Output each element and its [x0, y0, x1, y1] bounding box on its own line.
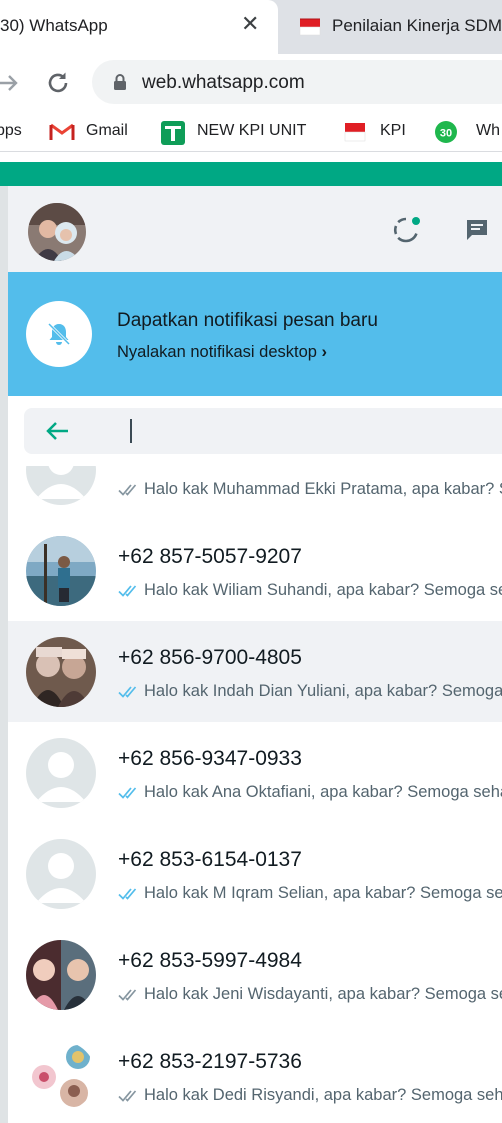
last-message-preview: Halo kak M Iqram Selian, apa kabar? Semo… [118, 884, 502, 903]
message-text: Halo kak Muhammad Ekki Pratama, apa kaba… [144, 480, 502, 498]
forward-arrow-icon[interactable] [0, 70, 22, 96]
bookmark-kpi[interactable]: KPI [380, 122, 406, 140]
last-message-preview: Halo kak Wiliam Suhandi, apa kabar? Semo… [118, 581, 502, 600]
sidebar-header [8, 186, 502, 272]
contact-name: +62 853-2197-5736 [118, 1050, 302, 1073]
close-icon[interactable]: ✕ [241, 13, 259, 35]
tab-title: 30) WhatsApp [0, 16, 108, 35]
reload-icon[interactable] [44, 69, 72, 97]
chat-row[interactable]: +62 853-6154-0137 Halo kak M Iqram Selian… [8, 823, 502, 925]
gmail-icon [49, 123, 75, 140]
avatar[interactable] [26, 940, 96, 1010]
message-text: Halo kak Wiliam Suhandi, apa kabar? Semo… [144, 581, 502, 599]
avatar[interactable] [26, 839, 96, 909]
bookmark-new-kpi-unit[interactable]: NEW KPI UNIT [197, 122, 306, 140]
message-text: Halo kak Dedi Risyandi, apa kabar? Semog… [144, 1086, 502, 1104]
chat-row[interactable]: +62 856-9347-0933 Halo kak Ana Oktafiani,… [8, 722, 502, 824]
profile-photo [28, 203, 86, 261]
last-message-preview: Halo kak Ana Oktafiani, apa kabar? Semog… [118, 783, 502, 802]
contact-name: +62 853-6154-0137 [118, 848, 302, 871]
tab-title: Penilaian Kinerja SDM [332, 16, 502, 35]
notification-icon-circle [26, 301, 92, 367]
message-text: Halo kak M Iqram Selian, apa kabar? Semo… [144, 884, 502, 902]
message-text: Halo kak Indah Dian Yuliani, apa kabar? … [144, 682, 502, 700]
notification-title: Dapatkan notifikasi pesan baru [117, 310, 378, 331]
last-message-preview: Halo kak Dedi Risyandi, apa kabar? Semog… [118, 1086, 502, 1105]
tab-penilaian-kinerja[interactable]: Penilaian Kinerja SDM [290, 0, 502, 54]
indonesia-flag-icon [344, 123, 366, 142]
contact-name: +62 856-9700-4805 [118, 646, 302, 669]
avatar[interactable] [26, 536, 96, 606]
double-check-icon [118, 988, 137, 1001]
double-check-icon [118, 1089, 137, 1102]
avatar[interactable] [26, 738, 96, 808]
chat-row[interactable]: +62 853-5997-4984 Halo kak Jeni Wisdayant… [8, 924, 502, 1026]
avatar[interactable] [26, 637, 96, 707]
lock-icon[interactable] [112, 73, 128, 91]
profile-avatar[interactable] [28, 203, 86, 261]
search-box[interactable] [24, 408, 502, 454]
chat-row[interactable]: +62 857-5057-9207 Halo kak Wiliam Suhandi… [8, 520, 502, 622]
message-text: Halo kak Ana Oktafiani, apa kabar? Semog… [144, 783, 502, 801]
chevron-right-icon: › [321, 343, 328, 361]
bell-off-icon [47, 322, 71, 346]
status-icon[interactable] [390, 214, 422, 246]
message-text: Halo kak Jeni Wisdayanti, apa kabar? Sem… [144, 985, 502, 1003]
bookmarks-bar: pps Gmail NEW KPI UNIT KPI 30 Wh [0, 112, 502, 152]
avatar[interactable] [26, 1041, 96, 1111]
notification-banner[interactable]: Dapatkan notifikasi pesan baru Nyalakan … [8, 272, 502, 396]
panel-edge [0, 186, 8, 1123]
back-arrow-icon[interactable] [44, 420, 70, 442]
browser-toolbar: web.whatsapp.com [0, 54, 502, 112]
browser-tab-strip: 30) WhatsApp ✕ Penilaian Kinerja SDM [0, 0, 502, 54]
bookmark-apps[interactable]: pps [0, 122, 22, 140]
text-cursor [130, 419, 132, 443]
whatsapp-top-strip [0, 162, 502, 186]
double-check-icon [118, 483, 137, 496]
indonesia-flag-icon [299, 18, 321, 36]
contact-name: +62 853-5997-4984 [118, 949, 302, 972]
notification-link-text: Nyalakan notifikasi desktop [117, 343, 317, 361]
double-check-icon [118, 786, 137, 799]
enable-notifications-link[interactable]: Nyalakan notifikasi desktop › [117, 343, 327, 362]
address-bar[interactable]: web.whatsapp.com [92, 60, 502, 104]
url-text: web.whatsapp.com [142, 72, 305, 93]
double-check-icon [118, 685, 137, 698]
svg-text:30: 30 [440, 128, 452, 140]
new-chat-icon[interactable] [463, 216, 491, 244]
search-row [8, 396, 502, 466]
search-input[interactable] [134, 416, 494, 446]
bookmark-gmail[interactable]: Gmail [86, 122, 128, 140]
tab-whatsapp[interactable]: 30) WhatsApp ✕ [0, 0, 278, 54]
last-message-preview: Halo kak Indah Dian Yuliani, apa kabar? … [118, 682, 502, 701]
chat-row[interactable]: +62 856-9700-4805 Halo kak Indah Dian Yul… [8, 621, 502, 723]
chat-row[interactable]: Halo kak Muhammad Ekki Pratama, apa kaba… [8, 466, 502, 521]
last-message-preview: Halo kak Jeni Wisdayanti, apa kabar? Sem… [118, 985, 502, 1004]
whatsapp-badge-icon: 30 [435, 121, 457, 143]
contact-name: +62 857-5057-9207 [118, 545, 302, 568]
google-sheets-icon [161, 121, 185, 145]
chat-row[interactable]: +62 853-2197-5736 Halo kak Dedi Risyandi,… [8, 1025, 502, 1123]
double-check-icon [118, 887, 137, 900]
chat-list: Halo kak Muhammad Ekki Pratama, apa kaba… [8, 466, 502, 1123]
bookmark-whatsapp[interactable]: Wh [476, 122, 500, 140]
avatar[interactable] [26, 466, 96, 505]
last-message-preview: Halo kak Muhammad Ekki Pratama, apa kaba… [118, 480, 502, 499]
contact-name: +62 856-9347-0933 [118, 747, 302, 770]
double-check-icon [118, 584, 137, 597]
